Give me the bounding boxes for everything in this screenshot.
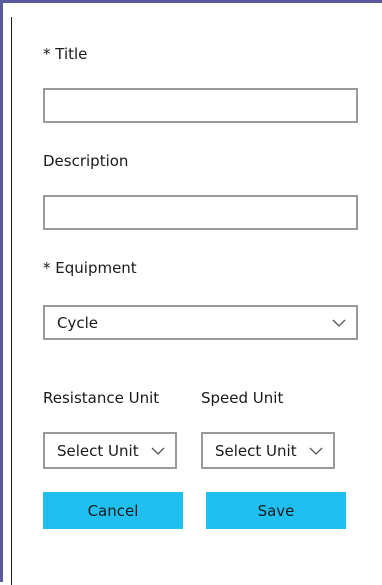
equipment-label: * Equipment <box>43 259 137 277</box>
description-label: Description <box>43 152 129 170</box>
form-panel: * Title Description * Equipment Cycle Re… <box>0 0 382 585</box>
title-input[interactable] <box>43 88 358 123</box>
chevron-down-icon <box>332 319 346 327</box>
speed-unit-select[interactable]: Select Unit <box>201 432 335 469</box>
cancel-button[interactable]: Cancel <box>43 492 183 529</box>
speed-unit-label: Speed Unit <box>201 389 284 407</box>
description-input[interactable] <box>43 195 358 230</box>
resistance-unit-label: Resistance Unit <box>43 389 160 407</box>
save-button[interactable]: Save <box>206 492 346 529</box>
equipment-selected-value: Cycle <box>57 313 98 332</box>
speed-unit-selected-value: Select Unit <box>215 441 297 460</box>
title-label: * Title <box>43 45 88 63</box>
chevron-down-icon <box>309 447 323 455</box>
panel-divider <box>11 17 12 585</box>
chevron-down-icon <box>151 447 165 455</box>
equipment-select[interactable]: Cycle <box>43 305 358 340</box>
resistance-unit-select[interactable]: Select Unit <box>43 432 177 469</box>
resistance-unit-selected-value: Select Unit <box>57 441 139 460</box>
